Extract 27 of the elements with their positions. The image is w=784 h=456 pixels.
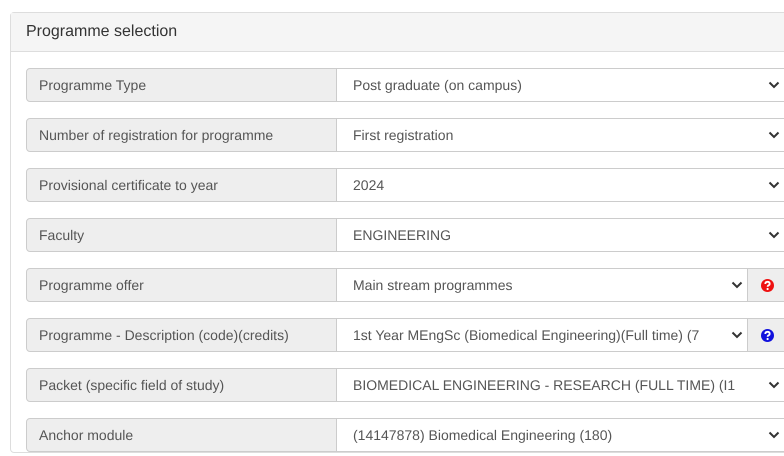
field-label: Programme Type [26,68,337,102]
field-label: Provisional certificate to year [26,168,337,202]
field-label: Number of registration for programme [26,118,337,152]
field-label: Programme offer [26,268,337,302]
dropdown-select[interactable]: Main stream programmes [337,268,748,302]
field-label: Programme - Description (code)(credits) [26,318,337,352]
dropdown-select[interactable]: ENGINEERING [337,218,784,252]
panel-title: Programme selection [26,23,178,41]
chevron-down-icon [768,181,780,189]
chevron-down-icon [731,281,743,289]
dropdown-select[interactable]: (14147878) Biomedical Engineering (180) [337,418,784,452]
dropdown-select[interactable]: BIOMEDICAL ENGINEERING - RESEARCH (FULL TIME) (I1 [337,368,784,402]
chevron-down-icon [768,231,780,239]
dropdown-select[interactable]: 2024 [337,168,784,202]
field-label: Anchor module [26,418,337,452]
chevron-down-icon [768,431,780,439]
chevron-down-icon [768,81,780,89]
help-addon[interactable] [748,318,784,352]
field-label: Packet (specific field of study) [26,368,337,402]
chevron-down-icon [768,381,780,389]
dropdown-select[interactable]: Post graduate (on campus) [337,68,784,102]
dropdown-select[interactable]: 1st Year MEngSc (Biomedical Engineering)(Full time) (7 [337,318,748,352]
chevron-down-icon [768,131,780,139]
field-label: Faculty [26,218,337,252]
dropdown-select[interactable]: First registration [337,118,784,152]
chevron-down-icon [731,331,743,339]
help-addon[interactable] [748,268,784,302]
